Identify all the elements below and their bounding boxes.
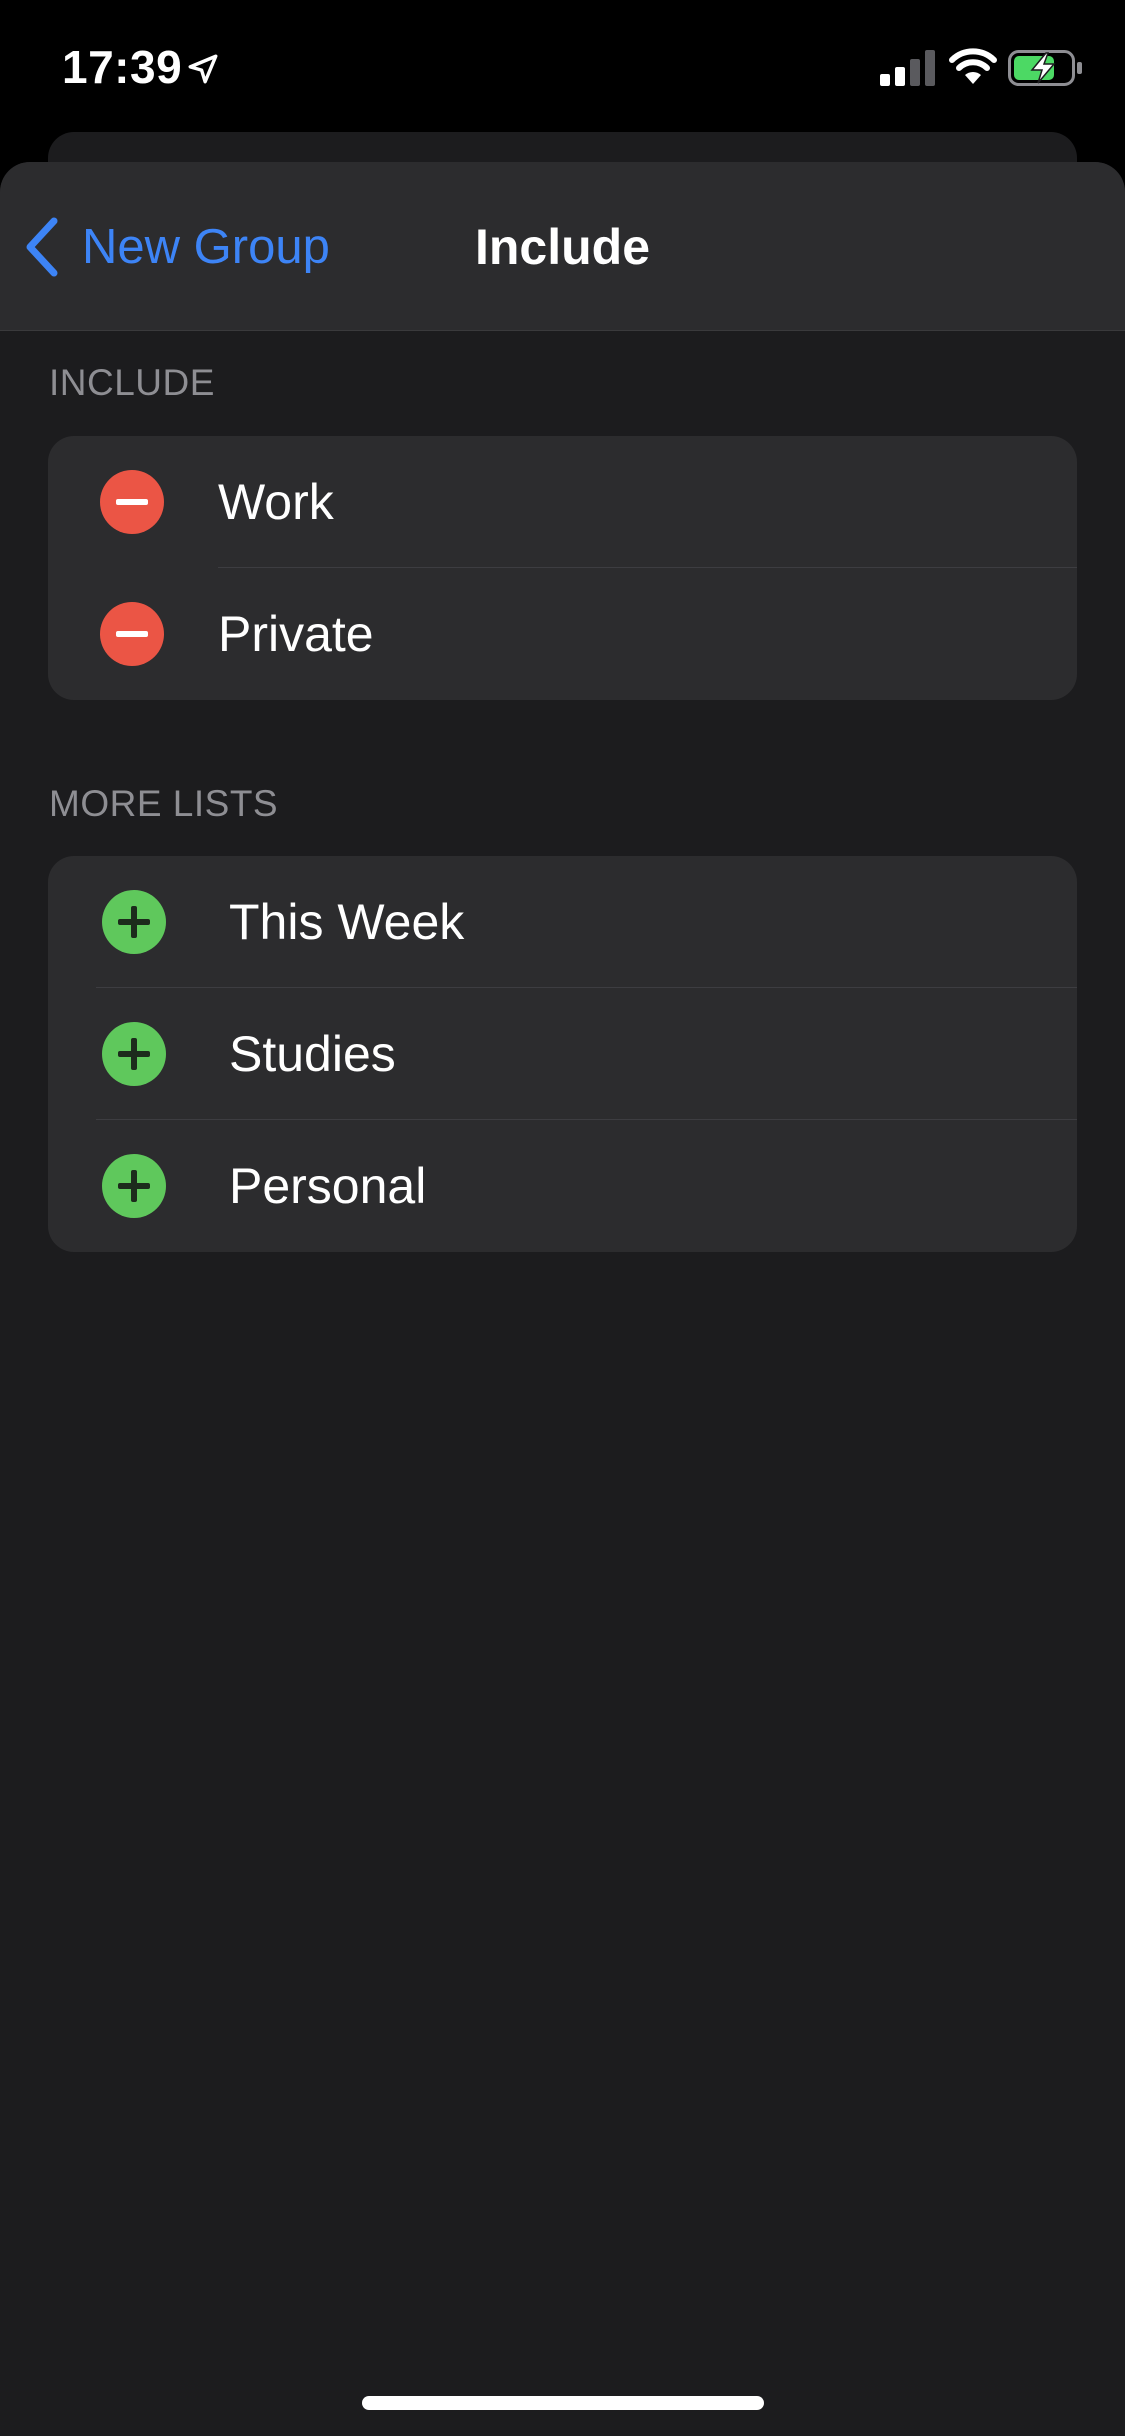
include-sheet: New Group Include INCLUDE Work Private M… xyxy=(0,162,1125,2436)
plus-circle-icon[interactable] xyxy=(102,1022,166,1086)
plus-circle-icon[interactable] xyxy=(102,1154,166,1218)
page-title: Include xyxy=(474,219,651,275)
list-item-private[interactable]: Private xyxy=(48,568,1077,700)
more-lists-list: This Week Studies Personal xyxy=(48,856,1077,1252)
status-bar: 17:39 xyxy=(0,0,1125,132)
home-indicator[interactable] xyxy=(362,2396,764,2410)
list-item-personal[interactable]: Personal xyxy=(48,1120,1077,1252)
wifi-icon xyxy=(949,48,997,84)
list-item-studies[interactable]: Studies xyxy=(48,988,1077,1120)
screen: 17:39 New Group Include INCLUDE Work Pri… xyxy=(0,0,1125,2436)
location-arrow-icon xyxy=(188,54,218,84)
include-list: Work Private xyxy=(48,436,1077,700)
list-item-label: Personal xyxy=(229,1158,427,1214)
plus-circle-icon[interactable] xyxy=(102,890,166,954)
battery-charging-icon xyxy=(1008,50,1082,86)
list-item-this-week[interactable]: This Week xyxy=(48,856,1077,988)
minus-circle-icon[interactable] xyxy=(100,602,164,666)
more-lists-section-header: MORE LISTS xyxy=(49,783,279,824)
list-item-work[interactable]: Work xyxy=(48,436,1077,568)
include-section-header: INCLUDE xyxy=(49,362,215,403)
navigation-bar: New Group Include xyxy=(0,162,1125,331)
list-item-label: Studies xyxy=(229,1026,396,1082)
minus-circle-icon[interactable] xyxy=(100,470,164,534)
list-item-label: Work xyxy=(218,474,334,530)
list-item-label: This Week xyxy=(229,894,465,950)
status-time: 17:39 xyxy=(62,41,183,93)
cellular-signal-icon xyxy=(880,50,935,86)
list-item-label: Private xyxy=(218,606,374,662)
